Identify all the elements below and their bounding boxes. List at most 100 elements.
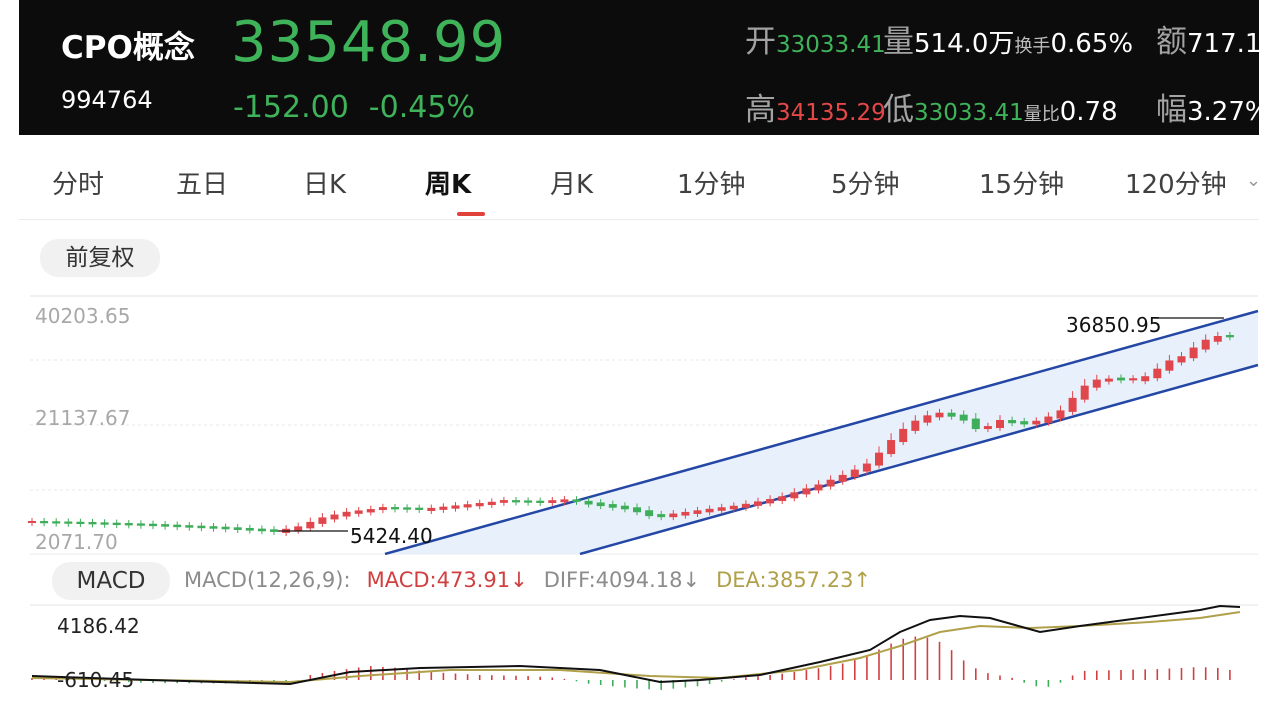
candle-body [1056, 410, 1065, 419]
candle-body [596, 502, 605, 507]
candle-body [947, 412, 956, 417]
candle-body [1141, 376, 1150, 382]
candle-body [512, 500, 520, 503]
volume-label: 量 [883, 24, 914, 60]
period-tabs: 分时 五日 日K 周K 月K 1分钟 5分钟 15分钟 120分钟 ⌄ [19, 140, 1261, 220]
candle-body [524, 500, 533, 503]
candle-body [318, 517, 327, 524]
candle-body [342, 511, 351, 517]
channel-upper-line [384, 309, 1259, 555]
candle-body [887, 440, 896, 455]
candle-body [487, 501, 496, 506]
candle-body [439, 506, 448, 510]
candle-body [741, 503, 750, 508]
high-marker-label: 36850.95 [1066, 313, 1162, 337]
tab-15min[interactable]: 15分钟 [979, 164, 1064, 201]
candle-body [1177, 356, 1186, 363]
candle-body [572, 499, 581, 502]
candle-body [378, 507, 387, 511]
dea-value: DEA:3857.23↑ [716, 568, 872, 592]
candle-body [1165, 360, 1174, 371]
stat-volume: 量514.0万换手0.65% [883, 16, 1133, 61]
candle-body [1117, 377, 1125, 381]
tab-five-day[interactable]: 五日 [176, 164, 228, 201]
candle-body [1129, 378, 1138, 381]
high-value: 34135.29 [776, 100, 886, 126]
quote-header: CPO概念 994764 33548.99 -152.00 -0.45% 开330… [19, 0, 1259, 135]
stat-open: 开33033.41 [745, 16, 886, 61]
candle-body [935, 412, 944, 418]
tab-120min[interactable]: 120分钟 [1125, 164, 1227, 201]
candle-body [149, 523, 157, 527]
stat-amplitude: 幅3.27% [1156, 84, 1259, 129]
index-name: CPO概念 [61, 30, 195, 66]
tab-5min[interactable]: 5分钟 [831, 164, 900, 201]
candle-body [911, 420, 920, 431]
candle-body [112, 522, 121, 526]
vol-ratio-value: 0.78 [1059, 97, 1118, 127]
dea-line [31, 611, 1241, 684]
volume-value: 514.0万 [914, 29, 1015, 59]
tab-daily-k[interactable]: 日K [303, 164, 346, 201]
candle-body [1225, 335, 1234, 338]
candle-body [802, 488, 811, 495]
candle-body [1044, 416, 1053, 423]
adjust-forward-button[interactable]: 前复权 [40, 239, 160, 277]
tab-1min[interactable]: 1分钟 [677, 164, 746, 201]
candle-body [826, 479, 835, 487]
stat-low: 低33033.41量比0.78 [883, 84, 1118, 129]
app-root: CPO概念 994764 33548.99 -152.00 -0.45% 开330… [0, 0, 1280, 725]
open-label: 开 [745, 24, 776, 60]
amplitude-value: 3.27% [1187, 97, 1259, 127]
change-value: -152.00 [233, 90, 349, 125]
low-value: 33033.41 [914, 100, 1024, 126]
macd-y-label-top: 4186.42 [57, 614, 140, 638]
candle-body [270, 529, 278, 532]
candle-body [983, 426, 992, 430]
candle-body [1092, 379, 1101, 388]
candle-body [463, 504, 472, 508]
tab-monthly-k[interactable]: 月K [550, 164, 593, 201]
candle-body [645, 510, 654, 517]
tab-weekly-k[interactable]: 周K [425, 164, 471, 201]
candle-body [100, 522, 109, 525]
amplitude-label: 幅 [1156, 92, 1187, 128]
chevron-down-icon[interactable]: ⌄ [1246, 170, 1261, 191]
candle-body [584, 500, 593, 505]
change-percent: -0.45% [368, 90, 475, 125]
candle-body [669, 513, 678, 518]
candle-body [1213, 336, 1222, 342]
index-code: 994764 [61, 86, 153, 114]
candle-body [451, 505, 460, 509]
low-marker-label: 5424.40 [350, 524, 433, 548]
tab-intraday[interactable]: 分时 [52, 164, 104, 201]
channel-lower-line [579, 363, 1259, 555]
candle-body [233, 527, 242, 530]
active-tab-indicator [457, 212, 485, 216]
open-value: 33033.41 [776, 32, 886, 58]
candle-body [330, 514, 339, 520]
candle-body [427, 507, 436, 511]
candle-body [88, 522, 97, 525]
candle-body [693, 510, 702, 514]
candle-body [221, 526, 230, 530]
candle-body [899, 428, 908, 443]
candle-body [838, 474, 847, 482]
candle-body [560, 499, 569, 503]
turnover-label: 换手 [1014, 36, 1051, 57]
candle-body [1201, 339, 1210, 350]
candle-body [996, 420, 1004, 429]
candle-body [64, 521, 73, 524]
candle-body [971, 418, 980, 430]
candle-body [608, 504, 617, 508]
stat-amount: 额717.1 [1156, 16, 1259, 61]
candle-body [1032, 420, 1041, 425]
candle-body [1153, 368, 1162, 379]
candle-body [729, 505, 738, 510]
candle-body [1020, 421, 1029, 425]
candle-body [366, 509, 375, 513]
macd-chart[interactable] [0, 600, 1260, 725]
macd-y-label-bottom: -610.45 [57, 668, 135, 692]
candle-body [1189, 347, 1198, 359]
indicator-select-button[interactable]: MACD [52, 562, 170, 600]
